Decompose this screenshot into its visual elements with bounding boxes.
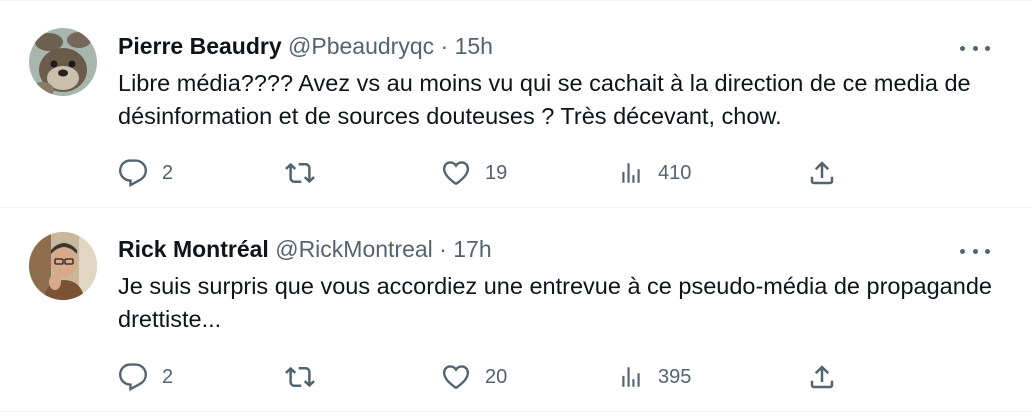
share-button[interactable] — [807, 360, 837, 394]
tweet[interactable]: Pierre Beaudry @Pbeaudryqc · 15h Libre m… — [0, 0, 1032, 207]
otter-avatar-image — [29, 28, 97, 96]
reply-count: 2 — [162, 161, 174, 184]
tweet-header: Pierre Beaudry @Pbeaudryqc · 15h — [118, 31, 493, 61]
like-count: 20 — [485, 365, 508, 388]
user-handle[interactable]: @Pbeaudryqc — [288, 33, 434, 59]
separator-dot: · — [439, 236, 447, 262]
views-icon — [622, 163, 640, 183]
tweet-actions: 2 20 395 — [118, 360, 848, 394]
reply-icon — [118, 363, 148, 392]
tweet-text: Libre média???? Avez vs au moins vu qui … — [118, 70, 971, 129]
views-icon — [622, 367, 640, 387]
like-button[interactable]: 20 — [441, 360, 507, 394]
retweet-button[interactable] — [284, 360, 330, 394]
share-button[interactable] — [807, 156, 837, 190]
display-name[interactable]: Rick Montréal — [118, 236, 269, 262]
avatar[interactable] — [29, 232, 97, 300]
timestamp[interactable]: 17h — [453, 236, 491, 262]
tweet-header: Rick Montréal @RickMontreal · 17h — [118, 234, 492, 264]
retweet-icon — [285, 162, 315, 184]
user-handle[interactable]: @RickMontreal — [275, 236, 433, 262]
timestamp[interactable]: 15h — [455, 33, 493, 59]
retweet-icon — [285, 366, 315, 388]
views-button[interactable]: 410 — [618, 156, 691, 190]
share-icon — [810, 365, 834, 389]
display-name[interactable]: Pierre Beaudry — [118, 33, 282, 59]
reply-button[interactable]: 2 — [118, 156, 173, 190]
tweet-text: Je suis surpris que vous accordiez une e… — [118, 273, 992, 332]
tweet[interactable]: Rick Montréal @RickMontreal · 17h Je sui… — [0, 207, 1032, 412]
divider — [0, 411, 1032, 412]
more-icon[interactable] — [960, 241, 990, 261]
like-button[interactable]: 19 — [441, 156, 507, 190]
reply-icon — [118, 159, 148, 188]
like-count: 19 — [485, 161, 508, 184]
views-count: 410 — [658, 161, 692, 184]
avatar[interactable] — [29, 28, 97, 96]
like-icon — [442, 161, 470, 185]
reply-button[interactable]: 2 — [118, 360, 173, 394]
tweet-actions: 2 19 410 — [118, 156, 848, 190]
reply-count: 2 — [162, 365, 174, 388]
views-button[interactable]: 395 — [618, 360, 691, 394]
man-photo-avatar-image — [29, 232, 97, 300]
separator-dot: · — [440, 33, 449, 59]
retweet-button[interactable] — [284, 156, 330, 190]
views-count: 395 — [658, 365, 692, 388]
more-icon[interactable] — [960, 38, 990, 58]
like-icon — [442, 365, 470, 389]
share-icon — [810, 161, 834, 185]
